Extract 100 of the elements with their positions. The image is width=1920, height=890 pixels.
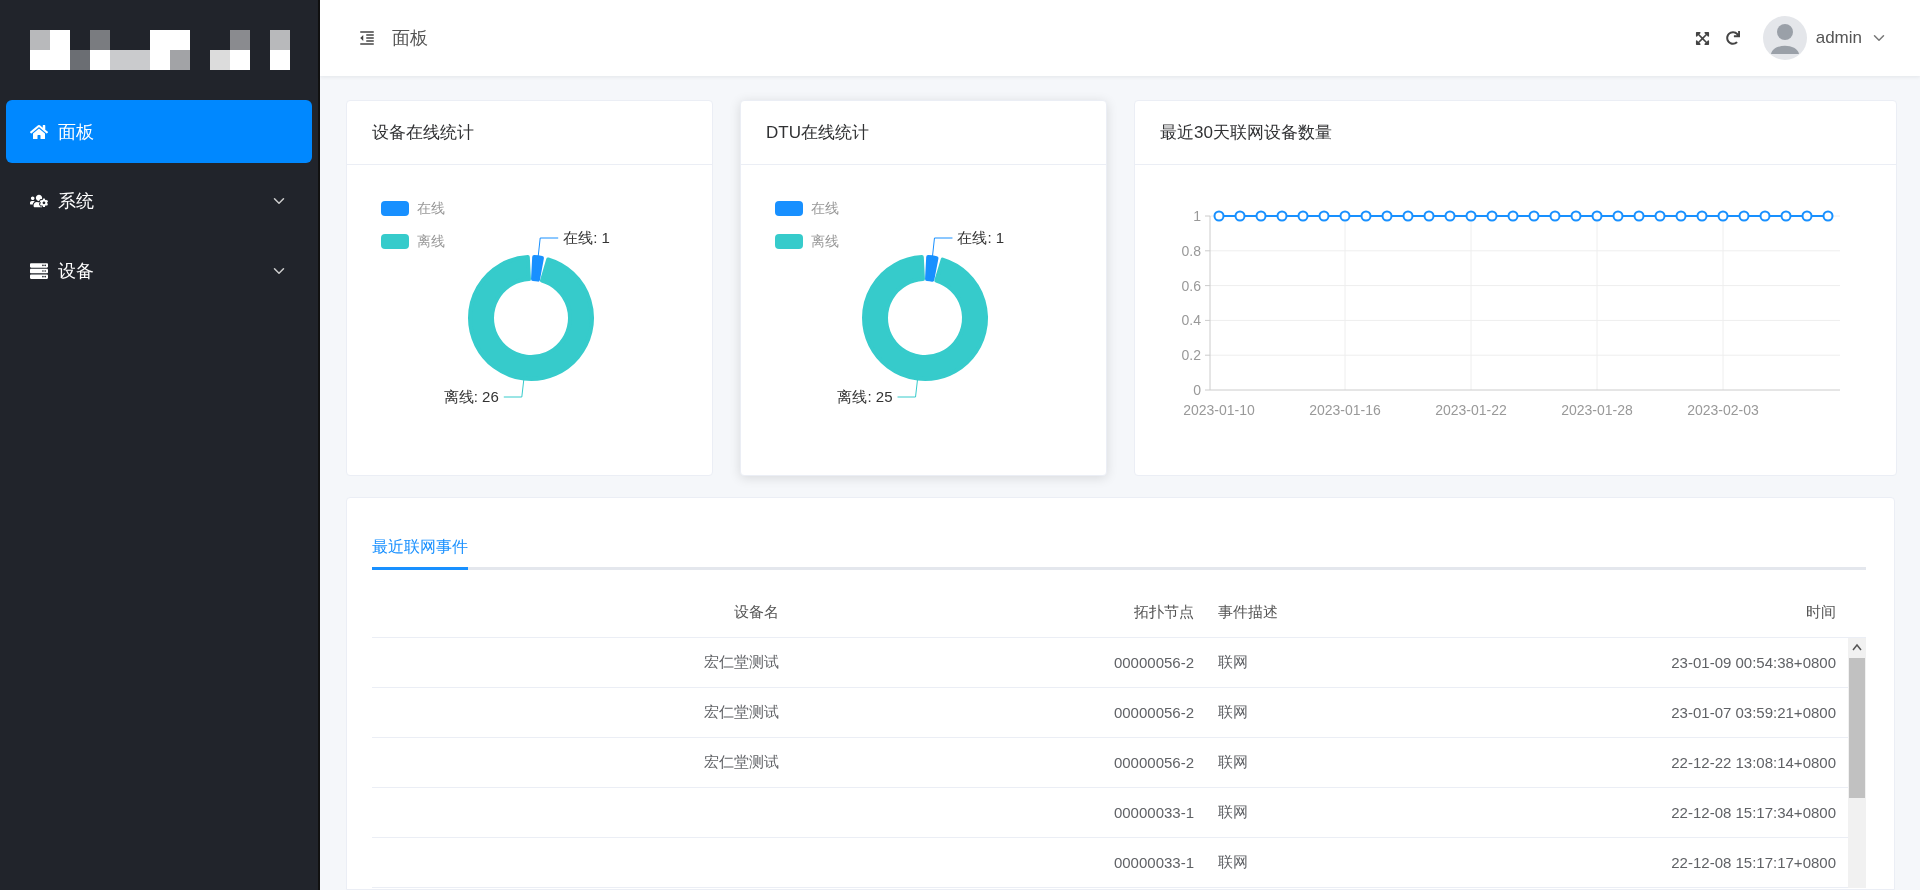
x-tick-label: 2023-01-28: [1561, 402, 1633, 418]
data-point[interactable]: [1654, 210, 1666, 222]
table-cell-text: 22-12-22 13:08:14+0800: [1670, 754, 1837, 771]
table-cell-text: 00000033-1: [1112, 854, 1195, 871]
data-point[interactable]: [1297, 210, 1309, 222]
data-point[interactable]: [1465, 210, 1477, 222]
card-title: 最近30天联网设备数量: [1135, 101, 1896, 165]
leader-line: [931, 237, 953, 257]
data-point[interactable]: [1612, 210, 1624, 222]
table-cell-text: 23-01-09 00:54:38+0800: [1670, 654, 1837, 671]
table-cell-text: 联网: [1217, 653, 1249, 672]
legend-label[interactable]: 在线: [417, 199, 445, 218]
table-cell-text: 联网: [1217, 853, 1249, 872]
y-tick-label: 0: [1193, 382, 1201, 398]
table-cell-text: 00000056-2: [1112, 754, 1195, 771]
data-point[interactable]: [1381, 210, 1393, 222]
data-point[interactable]: [1633, 210, 1645, 222]
leader-line: [897, 379, 919, 398]
donut-slice[interactable]: [468, 255, 594, 381]
data-point[interactable]: [1507, 210, 1519, 222]
table-cell-text: 00000056-2: [1112, 704, 1195, 721]
slice-label: 离线: 26: [443, 388, 499, 405]
data-point[interactable]: [1759, 210, 1771, 222]
fullscreen-icon: [1694, 30, 1710, 46]
data-point[interactable]: [1738, 210, 1750, 222]
scrollbar[interactable]: [1848, 638, 1866, 888]
data-point[interactable]: [1675, 210, 1687, 222]
legend-label[interactable]: 离线: [811, 232, 839, 251]
slice-label: 在线: 1: [563, 229, 610, 246]
table-cell-text: 22-12-08 15:17:17+0800: [1670, 854, 1837, 871]
data-point[interactable]: [1570, 210, 1582, 222]
refresh-icon: [1725, 31, 1740, 45]
column-header: 时间: [1805, 603, 1837, 622]
leader-line: [537, 237, 559, 257]
donut-slice[interactable]: [531, 255, 544, 282]
data-point[interactable]: [1423, 210, 1435, 222]
legend-swatch[interactable]: [775, 234, 803, 249]
y-tick-label: 0.8: [1181, 242, 1201, 259]
data-point[interactable]: [1486, 210, 1498, 222]
legend-swatch[interactable]: [381, 234, 409, 249]
data-point[interactable]: [1780, 210, 1792, 222]
data-point[interactable]: [1255, 210, 1267, 222]
leader-line: [503, 379, 525, 398]
table-cell-text: 宏仁堂测试: [703, 753, 780, 772]
data-point[interactable]: [1360, 210, 1372, 222]
slice-label: 离线: 25: [837, 388, 893, 405]
x-tick-label: 2023-01-16: [1309, 402, 1381, 418]
data-point[interactable]: [1444, 210, 1456, 222]
table-cell-text: 联网: [1217, 703, 1249, 722]
sidebar-item[interactable]: 设备: [6, 239, 312, 303]
data-point[interactable]: [1822, 210, 1834, 222]
table-cell-text: 联网: [1217, 803, 1249, 822]
column-header: 拓扑节点: [1133, 603, 1195, 622]
card-title: 设备在线统计: [347, 101, 712, 165]
legend-swatch[interactable]: [381, 201, 409, 216]
sidebar-item[interactable]: 面板: [6, 100, 312, 163]
data-point[interactable]: [1696, 210, 1708, 222]
data-point[interactable]: [1591, 210, 1603, 222]
user-menu-button[interactable]: admin: [1755, 14, 1894, 62]
slice-label: 在线: 1: [957, 229, 1005, 246]
table-cell-text: 00000033-1: [1112, 804, 1195, 821]
menu-fold-icon: [358, 29, 376, 47]
data-point[interactable]: [1801, 210, 1813, 222]
x-tick-label: 2023-01-22: [1435, 402, 1507, 418]
data-point[interactable]: [1402, 210, 1414, 222]
data-point[interactable]: [1717, 210, 1729, 222]
donut-slice[interactable]: [925, 255, 939, 282]
table-cell-text: 00000056-2: [1112, 654, 1195, 671]
data-point[interactable]: [1528, 210, 1540, 222]
column-header: 设备名: [733, 603, 780, 622]
x-tick-label: 2023-02-03: [1687, 402, 1759, 418]
sidebar-item[interactable]: 系统: [6, 169, 312, 233]
table-cell-text: 宏仁堂测试: [703, 703, 780, 722]
users-gear-icon: [30, 192, 48, 210]
home-icon: [30, 122, 48, 141]
y-tick-label: 0.4: [1181, 312, 1201, 329]
data-point[interactable]: [1318, 210, 1330, 222]
table-cell-text: 联网: [1217, 753, 1249, 772]
tab[interactable]: 最近联网事件: [372, 528, 468, 570]
table-cell-text: 宏仁堂测试: [703, 653, 780, 672]
column-header: 事件描述: [1217, 603, 1279, 622]
table-cell-text: 22-12-08 15:17:34+0800: [1670, 804, 1837, 821]
y-tick-label: 0.2: [1181, 347, 1201, 364]
x-tick-label: 2023-01-10: [1183, 402, 1255, 418]
donut-slice[interactable]: [862, 255, 988, 381]
y-tick-label: 1: [1193, 208, 1201, 224]
data-point[interactable]: [1234, 210, 1246, 222]
avatar-icon: [1761, 15, 1808, 61]
data-point[interactable]: [1549, 210, 1561, 222]
legend-swatch[interactable]: [775, 201, 803, 216]
server-icon: [30, 262, 48, 280]
card-title: DTU在线统计: [741, 101, 1106, 165]
data-point[interactable]: [1213, 210, 1225, 222]
page-title: 面板: [392, 27, 429, 50]
y-tick-label: 0.6: [1181, 277, 1201, 294]
legend-label[interactable]: 离线: [417, 232, 445, 251]
table-cell-text: 23-01-07 03:59:21+0800: [1670, 704, 1837, 721]
data-point[interactable]: [1339, 210, 1351, 222]
legend-label[interactable]: 在线: [811, 199, 839, 218]
data-point[interactable]: [1276, 210, 1288, 222]
